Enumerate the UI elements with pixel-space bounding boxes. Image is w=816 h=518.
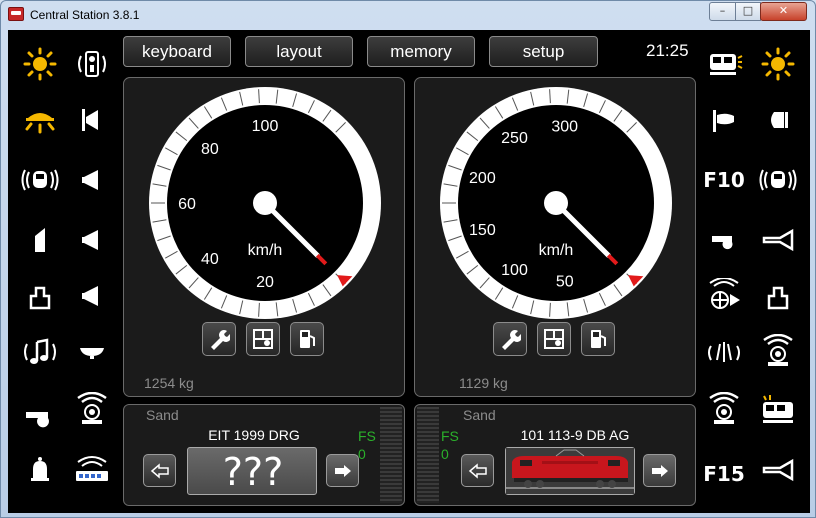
title-bar[interactable]: Central Station 3.8.1 – □ ✕ [1, 1, 815, 29]
display-icon[interactable] [246, 322, 280, 356]
left-gauge-label: 80 [201, 141, 219, 158]
close-button[interactable]: ✕ [760, 2, 807, 21]
window-title: Central Station 3.8.1 [30, 8, 140, 22]
loco-sound-icon[interactable] [70, 390, 114, 430]
fuel-icon[interactable] [290, 322, 324, 356]
right-fs-label: FS [441, 428, 459, 444]
trumpet-icon[interactable] [756, 450, 800, 490]
left-speedometer[interactable]: 20 40 60 80 100 km/h [148, 86, 382, 320]
horn-icon[interactable] [70, 276, 114, 316]
application-window: Central Station 3.8.1 – □ ✕ keyboard lay… [0, 0, 816, 518]
sound-fountain-icon[interactable] [702, 332, 746, 372]
headlight-icon[interactable] [756, 100, 800, 140]
music-icon[interactable] [18, 332, 62, 372]
arrow-right-icon[interactable] [326, 454, 359, 487]
client-area: keyboard layout memory setup 21:25 F10 F… [8, 30, 810, 513]
shunting-icon[interactable] [18, 220, 62, 260]
loco-sound-icon[interactable] [756, 332, 800, 372]
horn-icon[interactable] [70, 100, 114, 140]
left-loco-name: EIT 1999 DRG [208, 427, 300, 443]
arrow-left-icon[interactable] [461, 454, 494, 487]
f15-label: F15 [703, 462, 745, 486]
left-sand-label: Sand [146, 407, 179, 423]
left-needle-hub [253, 191, 277, 215]
right-loco-weight: 1129 kg [459, 375, 508, 391]
right-speedometer[interactable]: 50 100 150 200 250 300 km/h [439, 86, 673, 320]
layout-button[interactable]: layout [245, 36, 353, 67]
left-loco-weight: 1254 kg [144, 375, 194, 391]
coupler-icon[interactable] [18, 276, 62, 316]
fan-icon[interactable] [70, 450, 114, 490]
left-gauge-label: 100 [252, 118, 279, 135]
clock: 21:25 [646, 41, 689, 60]
whistle-icon[interactable] [702, 220, 746, 260]
right-gauge-label: 300 [551, 118, 578, 135]
app-icon [8, 7, 24, 21]
electric-loco-image [506, 448, 634, 494]
horn-icon[interactable] [702, 100, 746, 140]
f10-label: F10 [703, 168, 745, 192]
right-speedometer-panel: 50 100 150 200 250 300 km/h 1129 kg [414, 77, 696, 397]
left-speed-slider[interactable] [380, 407, 402, 503]
signal-sound-icon[interactable] [70, 44, 114, 84]
right-gauge-label: 250 [501, 130, 528, 147]
loco-sound-icon[interactable] [702, 390, 746, 430]
memory-button[interactable]: memory [367, 36, 475, 67]
left-gauge-label: 40 [201, 251, 219, 268]
wrench-icon[interactable] [493, 322, 527, 356]
wrench-icon[interactable] [202, 322, 236, 356]
function-f10[interactable]: F10 [702, 160, 746, 200]
right-gauge-label: 150 [469, 222, 496, 239]
unknown-loco-placeholder: ??? [222, 450, 284, 494]
right-loco-name: 101 113-9 DB AG [520, 427, 630, 443]
loco-sound-icon[interactable] [756, 160, 800, 200]
bell-icon[interactable] [18, 450, 62, 490]
keyboard-button[interactable]: keyboard [123, 36, 231, 67]
function-f15[interactable]: F15 [702, 454, 746, 494]
coupler-icon[interactable] [756, 276, 800, 316]
right-gauge-unit: km/h [539, 242, 574, 259]
minimize-button[interactable]: – [709, 2, 736, 21]
right-loco-panel: Sand FS 0 101 113-9 DB AG [414, 404, 696, 506]
left-gauge-label: 60 [178, 196, 196, 213]
ventilator-icon[interactable] [702, 276, 746, 316]
light-icon[interactable] [756, 44, 800, 84]
lamp-icon[interactable] [70, 332, 114, 372]
loco-sound-icon[interactable] [18, 160, 62, 200]
trumpet-icon[interactable] [756, 220, 800, 260]
right-fs-value: 0 [441, 446, 449, 462]
left-speedometer-panel: 20 40 60 80 100 km/h 1254 kg [123, 77, 405, 397]
loco-cab-icon[interactable] [756, 390, 800, 430]
right-gauge-label: 100 [501, 262, 528, 279]
arrow-right-icon[interactable] [643, 454, 676, 487]
display-icon[interactable] [537, 322, 571, 356]
loco-light-icon[interactable] [702, 44, 746, 84]
right-sand-label: Sand [463, 407, 496, 423]
arrow-left-icon[interactable] [143, 454, 176, 487]
left-gauge-label: 20 [256, 274, 274, 291]
fuel-icon[interactable] [581, 322, 615, 356]
right-speed-slider[interactable] [417, 407, 439, 503]
left-loco-picture[interactable]: ??? [187, 447, 317, 495]
light-icon[interactable] [18, 44, 62, 84]
right-gauge-label: 200 [469, 170, 496, 187]
horn-icon[interactable] [70, 220, 114, 260]
maximize-button[interactable]: □ [735, 2, 761, 21]
horn-icon[interactable] [70, 160, 114, 200]
right-gauge-label: 50 [556, 274, 574, 291]
setup-button[interactable]: setup [489, 36, 598, 67]
right-needle-hub [544, 191, 568, 215]
left-loco-panel: Sand EIT 1999 DRG FS 0 ??? [123, 404, 405, 506]
left-fs-value: 0 [358, 446, 366, 462]
left-fs-label: FS [358, 428, 376, 444]
right-loco-picture[interactable] [505, 447, 635, 495]
cab-light-icon[interactable] [18, 100, 62, 140]
whistle-icon[interactable] [18, 396, 62, 436]
left-gauge-unit: km/h [248, 242, 283, 259]
